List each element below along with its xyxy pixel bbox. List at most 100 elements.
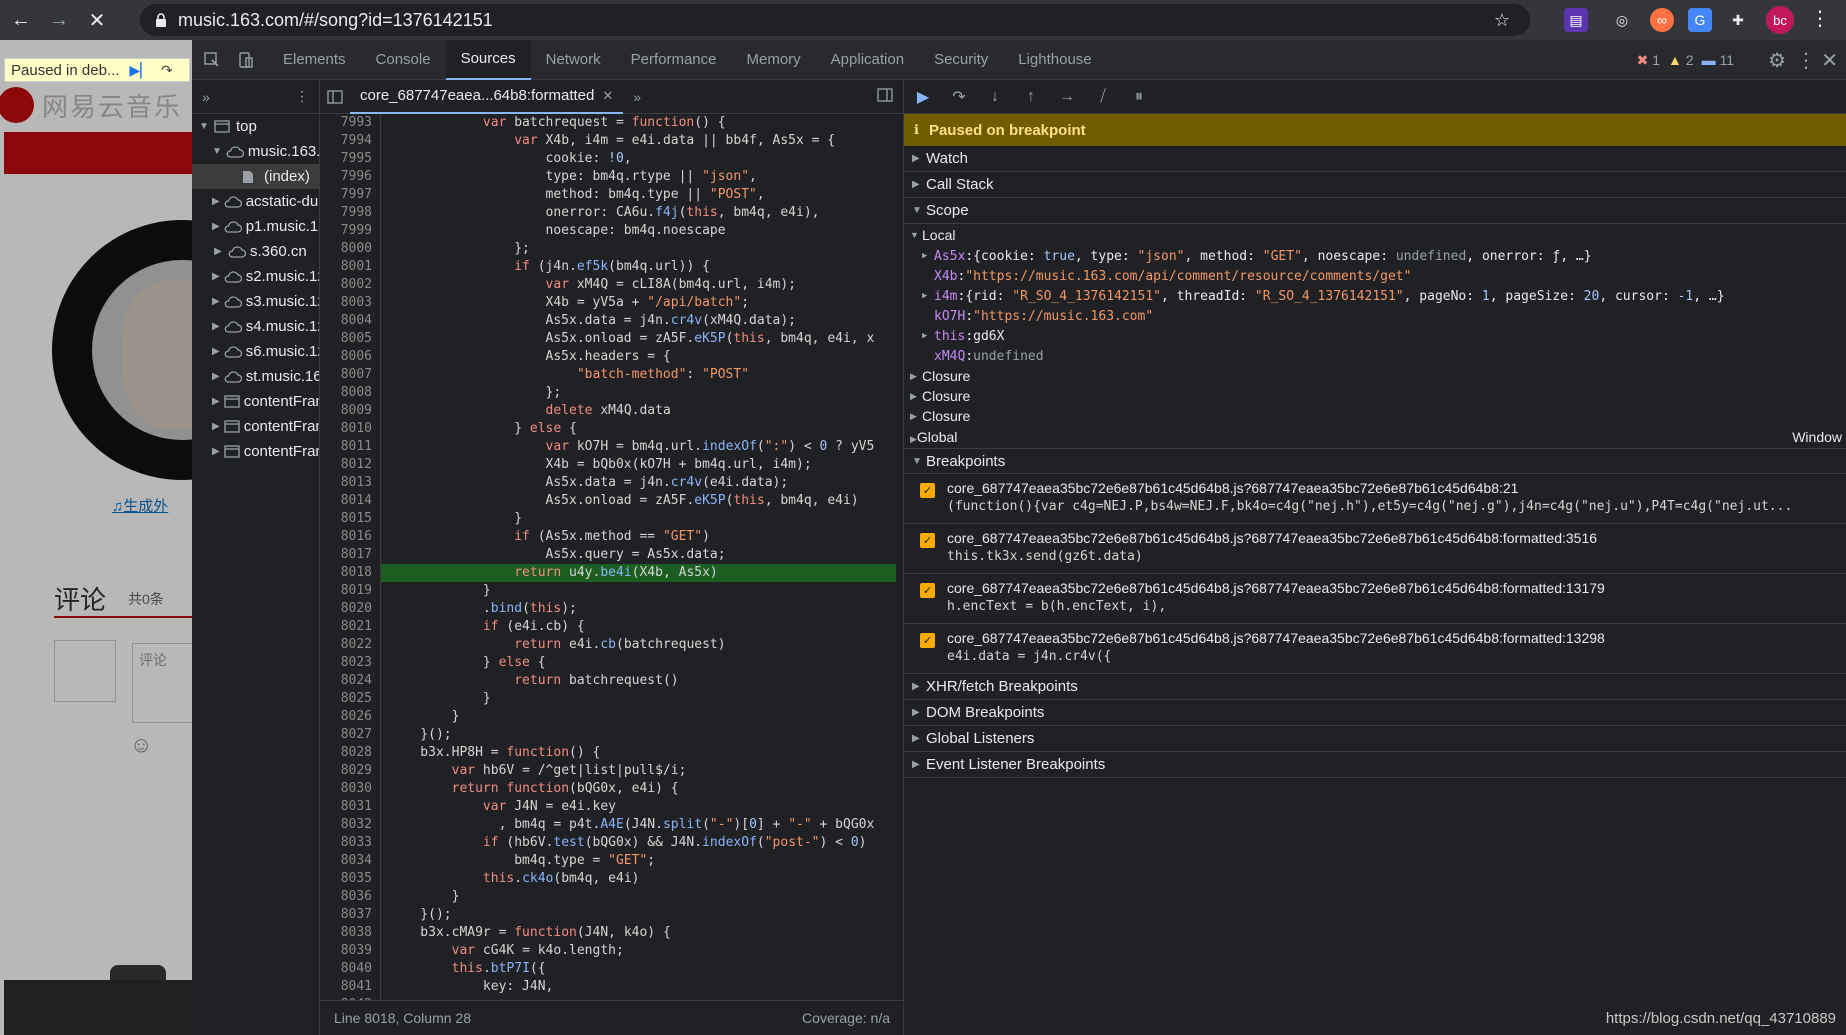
code-line[interactable]: 8037 }();	[320, 906, 904, 924]
code-line[interactable]: 8002 var xM4Q = cLI8A(bm4q.url, i4m);	[320, 276, 904, 294]
tree-item[interactable]: ▶ s4.music.126.net	[192, 314, 319, 339]
expand-arrow-icon[interactable]: ▶	[922, 251, 934, 261]
expand-arrow-icon[interactable]: ▶	[212, 421, 220, 432]
tab-performance[interactable]: Performance	[616, 40, 732, 80]
resume-icon[interactable]: ▶	[910, 84, 936, 110]
step-over-icon[interactable]: ↷	[161, 62, 173, 79]
scope-variable[interactable]: ▶ As5x: {cookie: true, type: "json", meth…	[910, 246, 1846, 266]
expand-arrow-icon[interactable]: ▶	[212, 371, 220, 382]
console-counters[interactable]: ✖ 1 ▲ 2 ▬ 11	[1637, 52, 1734, 69]
line-number[interactable]: 8040	[320, 960, 380, 978]
line-number[interactable]: 8010	[320, 420, 380, 438]
step-out-icon[interactable]: ↑	[1018, 84, 1044, 110]
tab-console[interactable]: Console	[361, 40, 446, 80]
line-number[interactable]: 8041	[320, 978, 380, 996]
line-number[interactable]: 8008	[320, 384, 380, 402]
call-stack-section[interactable]: ▶ Call Stack	[904, 172, 1846, 198]
tree-item[interactable]: ▶ acstatic-dun.126.net	[192, 189, 319, 214]
tree-item[interactable]: ▶ contentFrame	[192, 389, 319, 414]
extension-doc-icon[interactable]: ▤	[1564, 8, 1588, 32]
code-line[interactable]: 8018 return u4y.be4i(X4b, As5x)	[320, 564, 904, 582]
scope-variable[interactable]: X4b: "https://music.163.com/api/comment/…	[910, 266, 1846, 286]
tree-item[interactable]: ▶ contentFrame	[192, 439, 319, 464]
deactivate-breakpoints-icon[interactable]: ⧸	[1090, 84, 1116, 110]
line-number[interactable]: 8035	[320, 870, 380, 888]
expand-arrow-icon[interactable]: ▶	[212, 221, 220, 232]
line-number[interactable]: 8019	[320, 582, 380, 600]
line-number[interactable]: 8034	[320, 852, 380, 870]
line-number[interactable]: 8039	[320, 942, 380, 960]
more-files-icon[interactable]: »	[633, 89, 641, 105]
tree-item[interactable]: ▶ s2.music.126.net	[192, 264, 319, 289]
breakpoint-item[interactable]: ✓ core_687747eaea35bc72e6e87b61c45d64b8.j…	[904, 574, 1846, 624]
dom-breakpoints-section[interactable]: ▶ DOM Breakpoints	[904, 700, 1846, 726]
code-line[interactable]: 8015 }	[320, 510, 904, 528]
profile-avatar[interactable]: bc	[1766, 6, 1794, 34]
code-line[interactable]: 8003 X4b = yV5a + "/api/batch";	[320, 294, 904, 312]
emoji-icon[interactable]: ☺	[130, 732, 152, 758]
file-tab[interactable]: core_687747eaea...64b8:formatted ✕	[350, 79, 624, 114]
more-tabs-icon[interactable]: »	[202, 89, 210, 105]
code-line[interactable]: 8041 key: J4N,	[320, 978, 904, 996]
line-number[interactable]: 8002	[320, 276, 380, 294]
line-number[interactable]: 8021	[320, 618, 380, 636]
event-listener-breakpoints-section[interactable]: ▶ Event Listener Breakpoints	[904, 752, 1846, 778]
scope-closure[interactable]: ▶ Closure	[910, 386, 1846, 406]
line-number[interactable]: 8038	[320, 924, 380, 942]
scope-variable[interactable]: ▶ i4m: {rid: "R_SO_4_1376142151", threadI…	[910, 286, 1846, 306]
line-number[interactable]: 8029	[320, 762, 380, 780]
bookmark-star-icon[interactable]: ☆	[1494, 10, 1510, 31]
tree-item[interactable]: (index)	[192, 164, 319, 189]
tab-elements[interactable]: Elements	[268, 40, 361, 80]
scope-variable[interactable]: xM4Q: undefined	[910, 346, 1846, 366]
step-into-icon[interactable]: ↓	[982, 84, 1008, 110]
expand-arrow-icon[interactable]: ▶	[922, 291, 934, 301]
chrome-menu-icon[interactable]: ⋮	[1810, 6, 1830, 31]
extension-glasses-icon[interactable]: ◎	[1610, 8, 1634, 32]
code-line[interactable]: 8011 var kO7H = bm4q.url.indexOf(":") < …	[320, 438, 904, 456]
scope-global[interactable]: ▶Global Window	[910, 426, 1846, 448]
code-line[interactable]: 8025 }	[320, 690, 904, 708]
comment-input[interactable]: 评论	[132, 643, 192, 723]
code-line[interactable]: 8004 As5x.data = j4n.cr4v(xM4Q.data);	[320, 312, 904, 330]
code-line[interactable]: 8038 b3x.cMA9r = function(J4N, k4o) {	[320, 924, 904, 942]
breakpoint-checkbox[interactable]: ✓	[920, 483, 935, 498]
toggle-debugger-icon[interactable]	[877, 88, 893, 105]
line-number[interactable]: 8018	[320, 564, 380, 582]
breakpoint-checkbox[interactable]: ✓	[920, 583, 935, 598]
address-bar[interactable]: music.163.com/#/song?id=1376142151 ☆	[140, 4, 1530, 36]
line-number[interactable]: 8037	[320, 906, 380, 924]
line-number[interactable]: 7996	[320, 168, 380, 186]
code-line[interactable]: 7996 type: bm4q.rtype || "json",	[320, 168, 904, 186]
expand-arrow-icon[interactable]: ▶	[212, 446, 220, 457]
code-line[interactable]: 8032 , bm4q = p4t.A4E(J4N.split("-")[0] …	[320, 816, 904, 834]
code-line[interactable]: 8027 }();	[320, 726, 904, 744]
tree-item[interactable]: ▼ music.163.com	[192, 139, 319, 164]
expand-arrow-icon[interactable]: ▶	[212, 396, 220, 407]
tree-item[interactable]: ▶ s3.music.126.net	[192, 289, 319, 314]
code-line[interactable]: 8029 var hb6V = /^get|list|pull$/i;	[320, 762, 904, 780]
line-number[interactable]: 8023	[320, 654, 380, 672]
expand-arrow-icon[interactable]: ▶	[212, 271, 220, 282]
code-line[interactable]: 8016 if (As5x.method == "GET")	[320, 528, 904, 546]
inspect-element-icon[interactable]	[198, 46, 226, 74]
line-number[interactable]: 8012	[320, 456, 380, 474]
code-line[interactable]: 8040 this.btP7I({	[320, 960, 904, 978]
line-number[interactable]: 8026	[320, 708, 380, 726]
code-line[interactable]: 8005 As5x.onload = zA5F.eK5P(this, bm4q,…	[320, 330, 904, 348]
code-line[interactable]: 8014 As5x.onload = zA5F.eK5P(this, bm4q,…	[320, 492, 904, 510]
code-line[interactable]: 8020 .bind(this);	[320, 600, 904, 618]
code-line[interactable]: 8021 if (e4i.cb) {	[320, 618, 904, 636]
line-number[interactable]: 8009	[320, 402, 380, 420]
line-number[interactable]: 7998	[320, 204, 380, 222]
expand-arrow-icon[interactable]: ▶	[212, 346, 220, 357]
scope-closure[interactable]: ▶ Closure	[910, 366, 1846, 386]
code-line[interactable]: 8000 };	[320, 240, 904, 258]
line-number[interactable]: 7999	[320, 222, 380, 240]
line-number[interactable]: 8006	[320, 348, 380, 366]
extensions-puzzle-icon[interactable]: ✚	[1726, 8, 1750, 32]
line-number[interactable]: 8014	[320, 492, 380, 510]
line-number[interactable]: 8013	[320, 474, 380, 492]
code-line[interactable]: 8019 }	[320, 582, 904, 600]
code-line[interactable]: 8033 if (hb6V.test(bQG0x) && J4N.indexOf…	[320, 834, 904, 852]
